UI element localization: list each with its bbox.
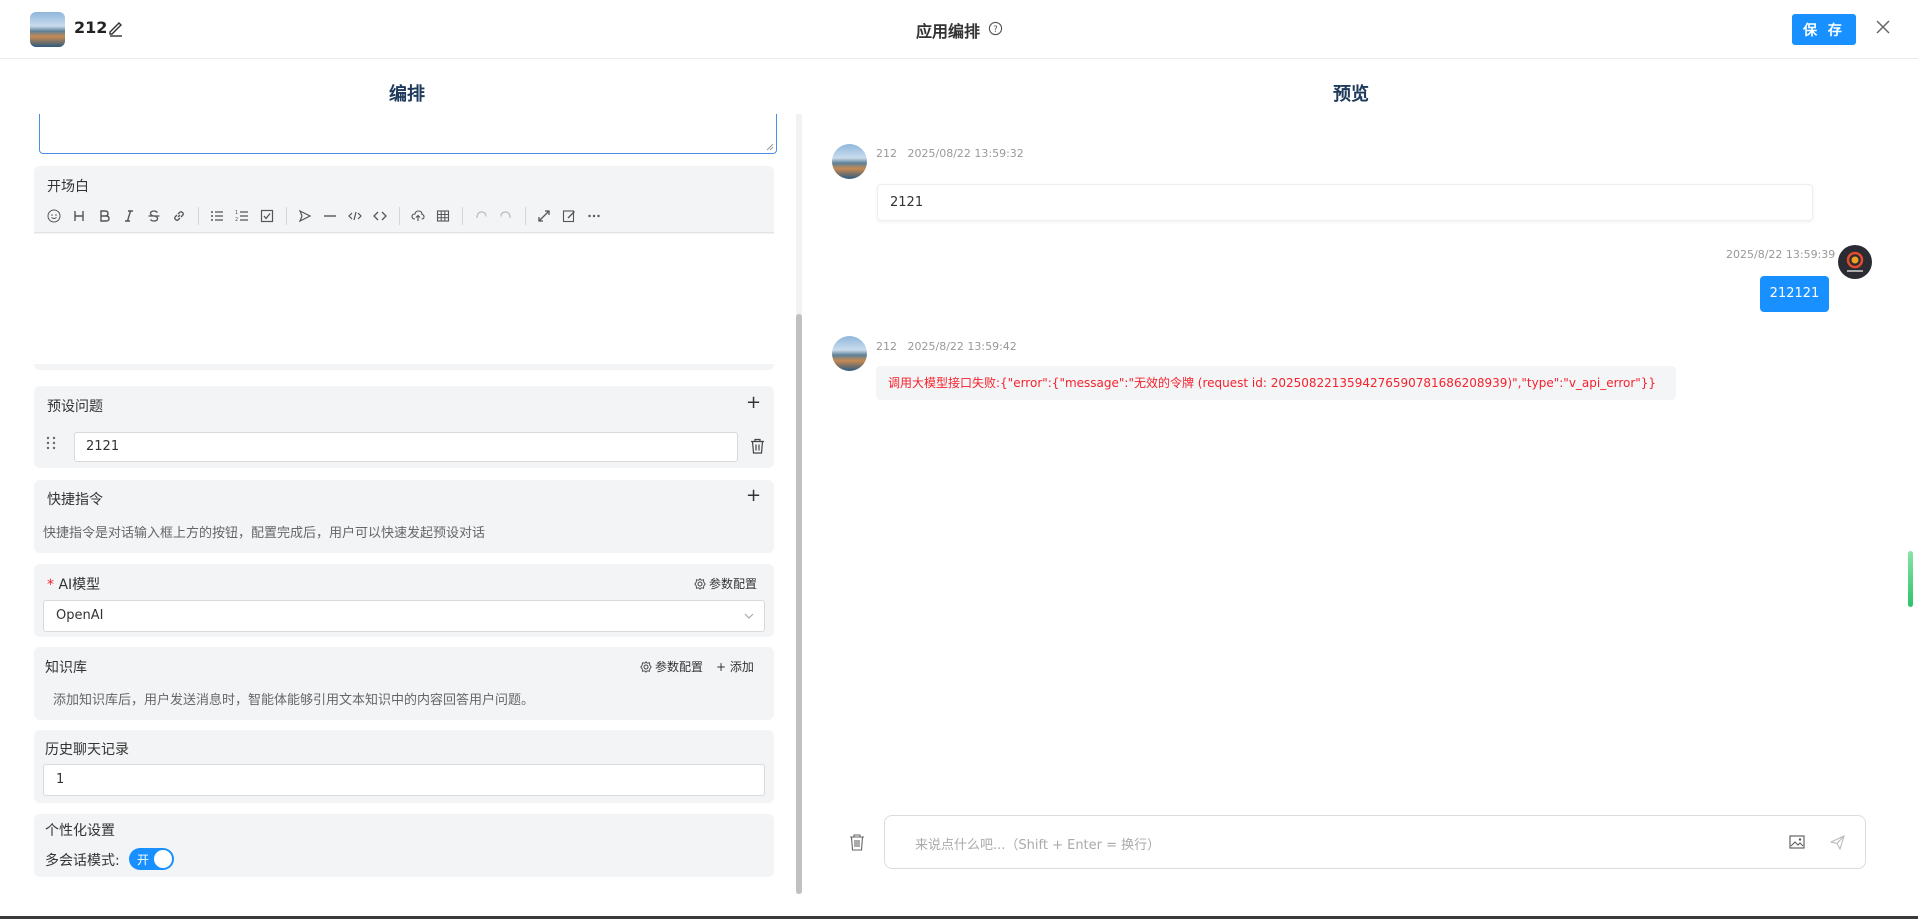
top-bar: 212 应用编排 ? 保 存 <box>0 0 1918 59</box>
page-title: 应用编排 <box>916 22 981 41</box>
toolbar-divider <box>462 207 463 225</box>
image-upload-icon[interactable] <box>1789 835 1805 849</box>
add-preset-button[interactable]: + <box>746 392 761 413</box>
ai-model-card: * AI模型 参数配置 OpenAI <box>34 564 774 637</box>
message-meta: 2025/8/22 13:59:39 <box>1726 248 1836 261</box>
error-message-bubble: 调用大模型接口失败:{"error":{"message":"无效的令牌 (re… <box>876 366 1676 400</box>
left-scrollbar-thumb[interactable] <box>796 314 802 894</box>
bot-message-bubble: 2121 <box>877 184 1813 221</box>
gear-icon <box>694 577 706 590</box>
chevron-down-icon <box>744 613 754 619</box>
kb-param-label: 参数配置 <box>655 660 704 674</box>
opening-remarks-card: 开场白 12 <box>34 166 774 370</box>
undo-icon[interactable] <box>469 205 492 227</box>
bot-avatar <box>832 144 867 179</box>
quick-commands-desc: 快捷指令是对话输入框上方的按钮，配置完成后，用户可以快速发起预设对话 <box>43 526 486 541</box>
knowledge-base-card: 知识库 参数配置 + 添加 添加知识库后，用户发送消息时，智能体能够引用文本知识… <box>34 647 774 720</box>
preset-questions-title: 预设问题 <box>47 399 103 415</box>
link-icon[interactable] <box>167 205 190 227</box>
quick-commands-title: 快捷指令 <box>47 492 103 508</box>
toolbar-divider <box>198 207 199 225</box>
required-mark: * <box>47 577 54 593</box>
app-name: 212 <box>74 18 108 37</box>
orchestration-title: 编排 <box>389 84 425 105</box>
preset-question-input[interactable]: 2121 <box>74 432 738 462</box>
chat-input-placeholder: 来说点什么吧...（Shift + Enter = 换行） <box>915 838 1161 853</box>
preset-questions-card: 预设问题 + 2121 <box>34 386 774 468</box>
toolbar-divider <box>286 207 287 225</box>
bot-avatar <box>832 336 867 371</box>
model-param-label: 参数配置 <box>709 577 758 591</box>
gear-icon <box>640 660 652 673</box>
preview-title: 预览 <box>1333 84 1369 105</box>
edit-mode-icon[interactable] <box>557 205 580 227</box>
opening-remarks-editor[interactable] <box>34 234 774 364</box>
resize-grip-icon[interactable] <box>766 143 774 151</box>
divider-icon[interactable] <box>318 205 341 227</box>
inline-code-icon[interactable] <box>343 205 366 227</box>
user-avatar <box>1838 245 1872 279</box>
upload-icon[interactable] <box>406 205 429 227</box>
personalization-title: 个性化设置 <box>45 823 115 839</box>
user-logo-icon <box>1846 251 1864 272</box>
code-block-icon[interactable] <box>368 205 391 227</box>
prompt-textarea[interactable] <box>39 114 777 154</box>
knowledge-base-desc: 添加知识库后，用户发送消息时，智能体能够引用文本知识中的内容回答用户问题。 <box>53 693 535 708</box>
add-knowledge-button[interactable]: + 添加 <box>716 658 754 675</box>
kb-param-config-button[interactable]: 参数配置 <box>640 658 703 675</box>
side-scroll-indicator[interactable] <box>1908 551 1913 607</box>
ai-model-title: * AI模型 <box>47 574 100 594</box>
ai-model-label: AI模型 <box>58 577 101 593</box>
toolbar-divider <box>399 207 400 225</box>
save-button[interactable]: 保 存 <box>1792 14 1856 45</box>
chat-input[interactable]: 来说点什么吧...（Shift + Enter = 换行） <box>884 815 1866 869</box>
ai-model-value: OpenAI <box>56 608 104 623</box>
bold-icon[interactable] <box>92 205 115 227</box>
app-avatar <box>30 12 65 47</box>
strike-icon[interactable] <box>142 205 165 227</box>
add-command-button[interactable]: + <box>746 485 761 506</box>
fullscreen-icon[interactable] <box>532 205 555 227</box>
help-icon[interactable]: ? <box>988 21 1003 36</box>
more-icon[interactable] <box>582 205 605 227</box>
italic-icon[interactable] <box>117 205 140 227</box>
message-meta: 212 2025/08/22 13:59:32 <box>876 147 1024 160</box>
ai-model-select[interactable]: OpenAI <box>43 600 765 632</box>
orchestration-panel[interactable]: 开场白 12 预设问题 + 2121 快捷指令 + 快捷指令是对话输入框上方的按… <box>34 114 796 894</box>
svg-text:2: 2 <box>235 217 238 223</box>
toggle-state-label: 开 <box>137 853 150 867</box>
chat-history-input[interactable]: 1 <box>43 764 765 796</box>
toolbar-divider <box>525 207 526 225</box>
toggle-knob <box>154 850 172 868</box>
heading-icon[interactable] <box>67 205 90 227</box>
editor-toolbar: 12 <box>34 200 774 233</box>
quote-icon[interactable] <box>293 205 316 227</box>
svg-text:1: 1 <box>235 210 238 216</box>
drag-handle-icon[interactable] <box>44 435 58 451</box>
opening-remarks-title: 开场白 <box>47 179 89 195</box>
redo-icon[interactable] <box>494 205 517 227</box>
user-message-bubble: 212121 <box>1760 276 1829 312</box>
table-icon[interactable] <box>431 205 454 227</box>
svg-text:?: ? <box>993 24 997 34</box>
close-icon[interactable] <box>1874 18 1892 36</box>
edit-name-icon[interactable] <box>107 19 125 37</box>
message-meta: 212 2025/8/22 13:59:42 <box>876 340 1017 353</box>
chat-history-title: 历史聊天记录 <box>45 742 129 758</box>
checklist-icon[interactable] <box>255 205 278 227</box>
emoji-icon[interactable] <box>42 205 65 227</box>
clear-chat-icon[interactable] <box>849 833 865 851</box>
send-icon[interactable] <box>1830 835 1845 850</box>
ordered-list-icon[interactable]: 12 <box>230 205 253 227</box>
delete-preset-icon[interactable] <box>750 438 765 454</box>
multi-session-label: 多会话模式: <box>45 853 120 869</box>
quick-commands-card: 快捷指令 + 快捷指令是对话输入框上方的按钮，配置完成后，用户可以快速发起预设对… <box>34 480 774 553</box>
multi-session-toggle[interactable]: 开 <box>129 848 174 870</box>
personalization-card: 个性化设置 多会话模式: 开 <box>34 814 774 877</box>
bullet-list-icon[interactable] <box>205 205 228 227</box>
chat-history-card: 历史聊天记录 1 <box>34 730 774 803</box>
model-param-config-button[interactable]: 参数配置 <box>694 575 757 592</box>
knowledge-base-title: 知识库 <box>45 660 87 676</box>
